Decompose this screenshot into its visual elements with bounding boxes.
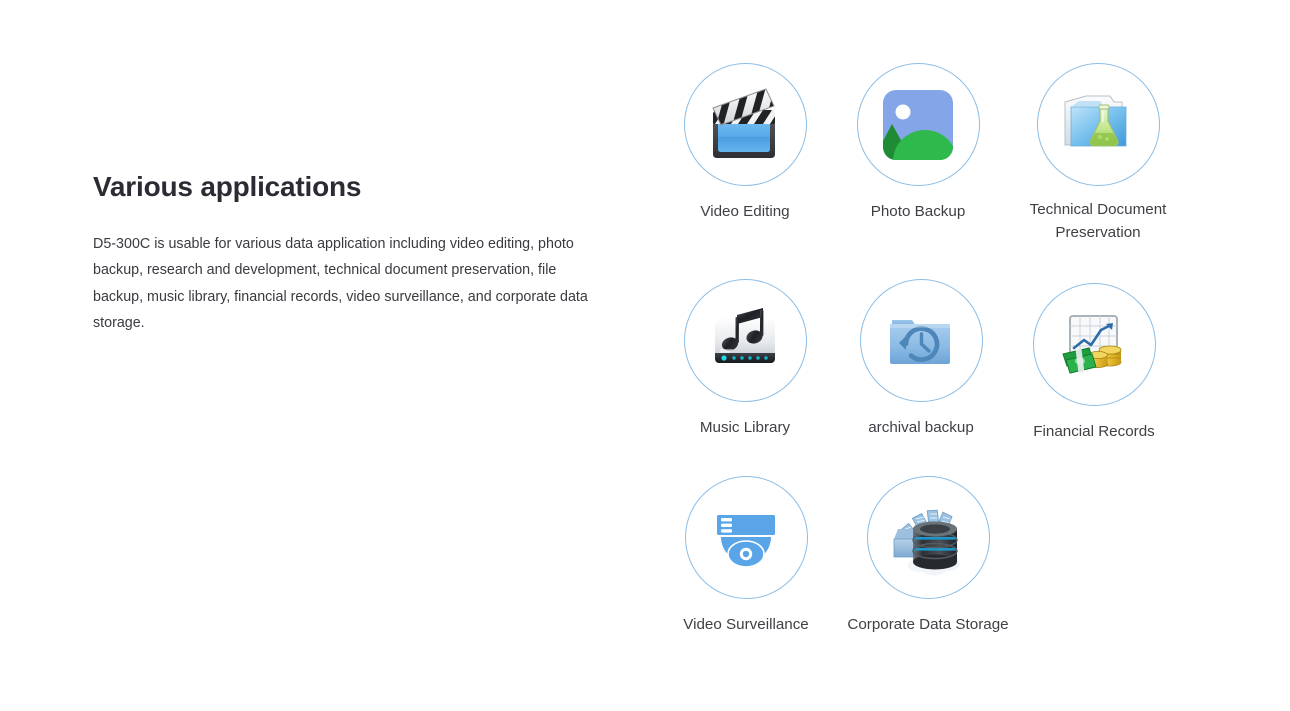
folder-clock-icon [890,319,950,364]
icon-badge-circle [1032,283,1156,406]
application-item-financial-records[interactable]: Financial Records [1004,283,1184,443]
icon-badge-circle [856,63,980,186]
dome-camera-icon [717,514,775,568]
page-title: Various applications [93,171,362,202]
application-item-archival-backup[interactable]: archival backup [831,279,1011,439]
application-item-label: Music Library [699,419,791,436]
database-cloud-icon [893,509,960,575]
application-item-label: Video Editing [700,203,790,220]
icon-badge-circle [684,476,808,599]
application-item-video-surveillance[interactable]: Video Surveillance [656,476,836,636]
clapperboard-icon [712,87,775,158]
music-drive-icon [715,307,775,363]
folder-flask-icon [1064,95,1127,147]
icon-badge-circle [1036,63,1160,186]
application-item-label: Corporate Data Storage [847,616,1009,633]
application-item-technical-document-preservation[interactable]: Technical Document Preservation [1008,63,1188,244]
application-item-label: Technical Document Preservation [1029,201,1167,241]
application-item-label: Photo Backup [870,203,966,220]
photo-landscape-icon [883,89,953,160]
application-item-label: Video Surveillance [683,616,809,633]
application-item-music-library[interactable]: Music Library [655,279,835,439]
application-item-video-editing[interactable]: Video Editing [655,63,835,223]
application-item-label: Financial Records [1033,423,1155,440]
icon-badge-circle [683,279,807,402]
application-item-corporate-data-storage[interactable]: Corporate Data Storage [838,476,1018,636]
icon-badge-circle [866,476,990,599]
text-panel: Various applications D5-300C is usable f… [93,171,613,337]
application-item-photo-backup[interactable]: Photo Backup [828,63,1008,223]
icon-badge-circle [859,279,983,402]
application-item-label: archival backup [868,419,974,436]
chart-money-icon [1062,314,1122,374]
page-description: D5-300C is usable for various data appli… [93,235,588,332]
application-icon-grid: Video Editing Photo Backup Technical Doc… [640,0,1290,711]
icon-badge-circle [683,63,807,186]
